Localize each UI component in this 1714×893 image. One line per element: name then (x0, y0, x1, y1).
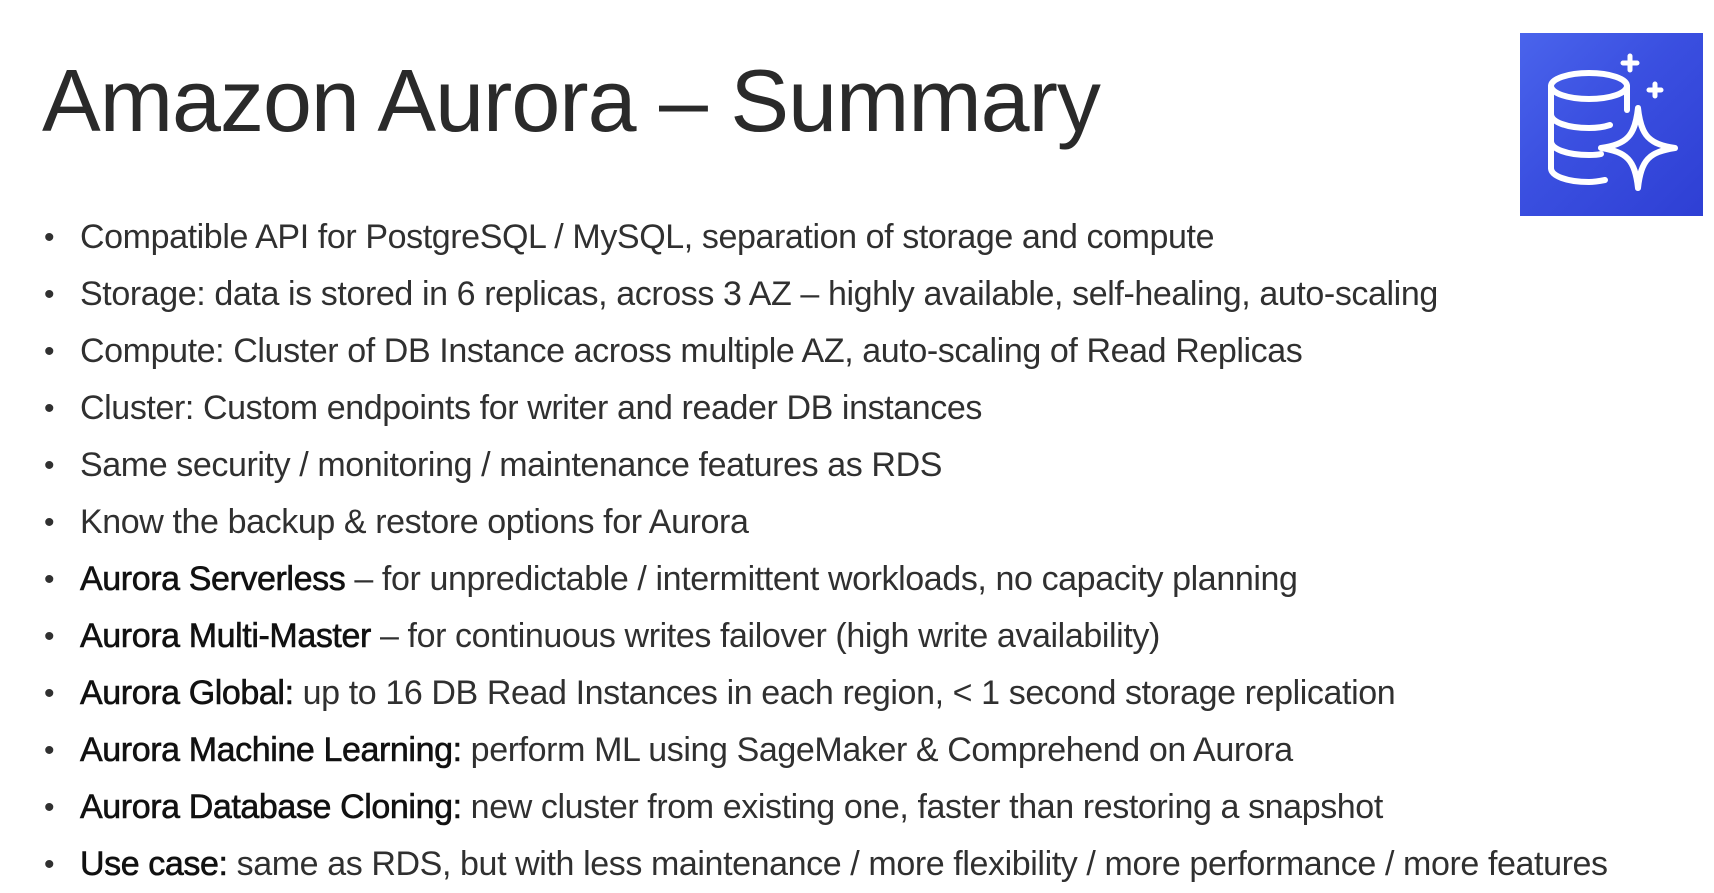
bullet-dot: • (44, 677, 55, 710)
bullet-dot: • (44, 791, 55, 824)
bullet-text: new cluster from existing one, faster th… (461, 788, 1384, 826)
bullet-emphasis: Aurora Database Cloning: (80, 788, 463, 827)
bullet-text: Same security / monitoring / maintenance… (80, 446, 942, 484)
list-item: • Compatible API for PostgreSQL / MySQL, … (44, 209, 1704, 266)
bullet-text: up to 16 DB Read Instances in each regio… (293, 674, 1396, 712)
bullet-text: Know the backup & restore options for Au… (80, 503, 749, 541)
bullet-emphasis: Aurora Serverless (80, 560, 346, 599)
bullet-text: Storage: data is stored in 6 replicas, a… (80, 275, 1438, 313)
list-item: • Compute: Cluster of DB Instance across … (44, 323, 1704, 380)
bullet-dot: • (44, 335, 55, 368)
bullet-text: – for unpredictable / intermittent workl… (345, 560, 1298, 598)
bullet-dot: • (44, 563, 55, 596)
list-item: • Aurora Global: up to 16 DB Read Instanc… (44, 665, 1704, 722)
bullet-dot: • (44, 221, 55, 254)
bullet-emphasis: Use case: (80, 845, 229, 884)
list-item: • Cluster: Custom endpoints for writer an… (44, 380, 1704, 437)
list-item: • Storage: data is stored in 6 replicas, … (44, 266, 1704, 323)
bullet-dot: • (44, 848, 55, 881)
bullet-text: same as RDS, but with less maintenance /… (227, 845, 1608, 883)
bullet-text: Cluster: Custom endpoints for writer and… (80, 389, 982, 427)
list-item: • Use case: same as RDS, but with less ma… (44, 836, 1704, 893)
bullet-dot: • (44, 506, 55, 539)
list-item: • Know the backup & restore options for A… (44, 494, 1704, 551)
list-item: • Aurora Database Cloning: new cluster fr… (44, 779, 1704, 836)
aurora-logo (1520, 33, 1703, 216)
bullet-emphasis: Aurora Machine Learning: (80, 731, 463, 770)
aurora-database-sparkle-icon (1547, 53, 1678, 191)
list-item: • Aurora Machine Learning: perform ML usi… (44, 722, 1704, 779)
bullet-emphasis: Aurora Global: (80, 674, 295, 713)
list-item: • Aurora Multi-Master – for continuous wr… (44, 608, 1704, 665)
bullet-text: Compute: Cluster of DB Instance across m… (80, 332, 1303, 370)
bullet-dot: • (44, 392, 55, 425)
bullet-dot: • (44, 278, 55, 311)
bullet-dot: • (44, 620, 55, 653)
slide: Amazon Aurora – Summary • Compatible API … (0, 0, 1714, 887)
bullet-text: perform ML using SageMaker & Comprehend … (461, 731, 1293, 769)
list-item: • Aurora Serverless – for unpredictable /… (44, 551, 1704, 608)
bullet-dot: • (44, 449, 55, 482)
list-item: • Same security / monitoring / maintenanc… (44, 437, 1704, 494)
summary-bullet-list: • Compatible API for PostgreSQL / MySQL, … (44, 209, 1704, 893)
bullet-text: – for continuous writes failover (high w… (370, 617, 1160, 655)
bullet-emphasis: Aurora Multi-Master (80, 617, 372, 656)
slide-title: Amazon Aurora – Summary (42, 51, 1101, 150)
bullet-text: Compatible API for PostgreSQL / MySQL, s… (80, 218, 1215, 256)
bullet-dot: • (44, 734, 55, 767)
